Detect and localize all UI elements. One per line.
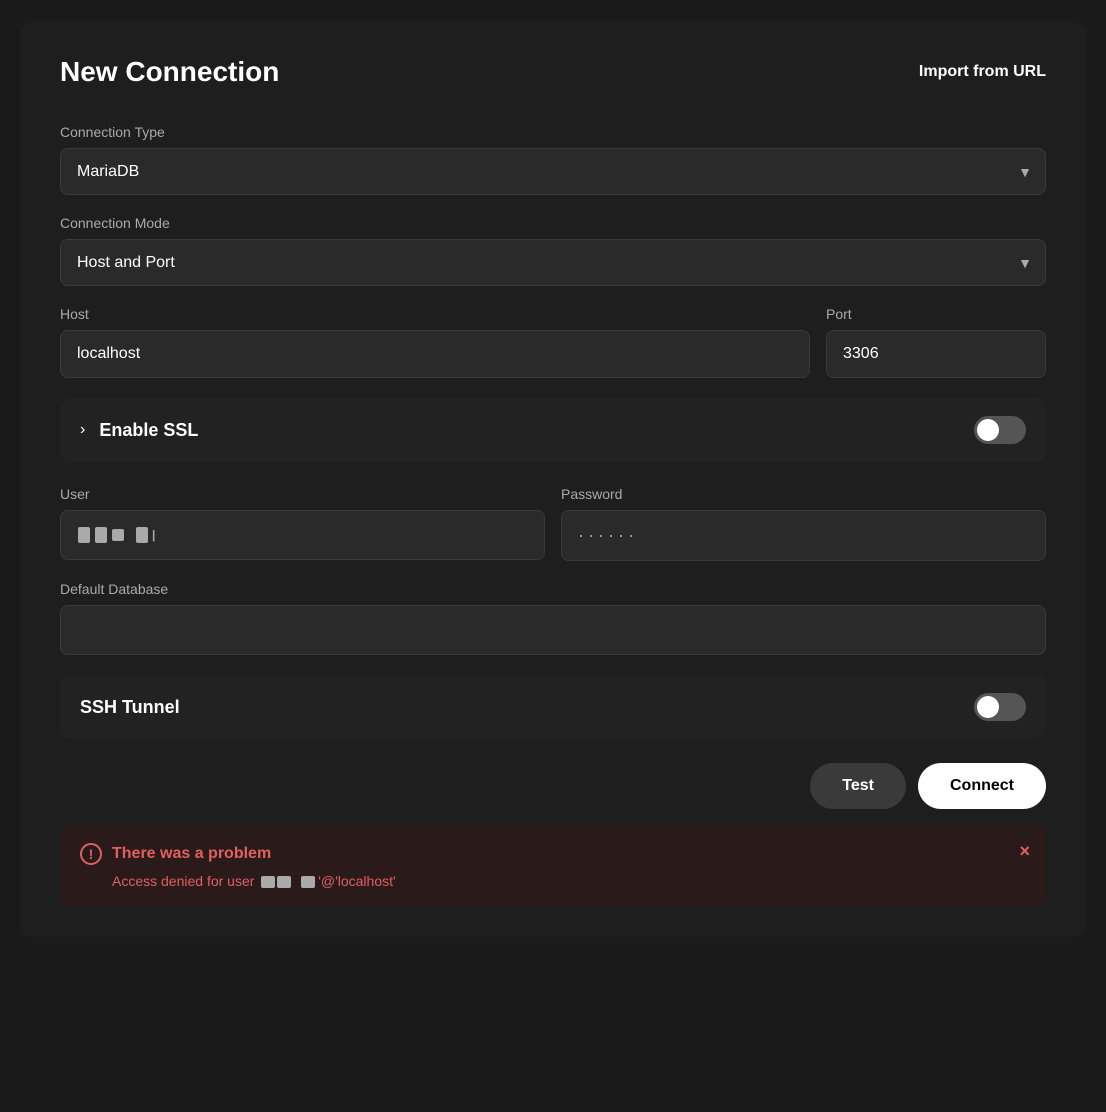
user-mask-block-4 (136, 527, 148, 543)
default-database-label: Default Database (60, 581, 1046, 597)
host-field-group: Host (60, 306, 810, 378)
connection-type-group: Connection Type MariaDB MySQL PostgreSQL… (60, 124, 1046, 195)
port-label: Port (826, 306, 1046, 322)
connect-button[interactable]: Connect (918, 763, 1046, 809)
new-connection-form: New Connection Import from URL Connectio… (20, 20, 1086, 937)
connection-mode-select[interactable]: Host and Port Socket (60, 239, 1046, 286)
user-input-display[interactable]: | (60, 510, 545, 560)
connection-type-select-wrapper: MariaDB MySQL PostgreSQL SQLite MongoDB … (60, 148, 1046, 195)
page-title: New Connection (60, 56, 279, 88)
ssl-chevron-icon: › (80, 421, 85, 439)
user-label: User (60, 486, 545, 502)
ssh-toggle[interactable] (974, 693, 1026, 721)
user-mask-block-1 (78, 527, 90, 543)
user-field-group: User | (60, 486, 545, 561)
connection-mode-group: Connection Mode Host and Port Socket ▼ (60, 215, 1046, 286)
connection-mode-select-wrapper: Host and Port Socket ▼ (60, 239, 1046, 286)
ssl-section: › Enable SSL (60, 398, 1046, 462)
password-field-group: Password ······ (561, 486, 1046, 561)
error-icon: ! (80, 843, 102, 865)
user-mask-block-2 (95, 527, 107, 543)
user-password-group: User | Password ······ (60, 486, 1046, 561)
error-mask-2 (277, 876, 291, 888)
host-input[interactable] (60, 330, 810, 378)
ssh-toggle-knob (977, 696, 999, 718)
ssh-section: SSH Tunnel (60, 675, 1046, 739)
error-mask-3 (301, 876, 315, 888)
test-button[interactable]: Test (810, 763, 906, 809)
port-field-group: Port (826, 306, 1046, 378)
password-dots: ······ (578, 525, 638, 546)
connection-type-label: Connection Type (60, 124, 1046, 140)
ssl-left-group: › Enable SSL (80, 420, 198, 441)
password-input-display[interactable]: ······ (561, 510, 1046, 561)
action-row: Test Connect (60, 763, 1046, 809)
error-box: ! There was a problem Access denied for … (60, 825, 1046, 907)
ssl-toggle[interactable] (974, 416, 1026, 444)
port-input[interactable] (826, 330, 1046, 378)
ssl-label: Enable SSL (99, 420, 198, 441)
host-port-group: Host Port (60, 306, 1046, 378)
error-title: There was a problem (112, 845, 271, 863)
user-mask-suffix: | (152, 528, 155, 542)
ssh-label: SSH Tunnel (80, 697, 180, 718)
default-database-group: Default Database (60, 581, 1046, 655)
error-mask-1 (261, 876, 275, 888)
error-close-button[interactable]: × (1019, 841, 1030, 862)
default-database-input[interactable] (60, 605, 1046, 655)
host-label: Host (60, 306, 810, 322)
form-header: New Connection Import from URL (60, 56, 1046, 88)
connection-mode-label: Connection Mode (60, 215, 1046, 231)
connection-type-select[interactable]: MariaDB MySQL PostgreSQL SQLite MongoDB (60, 148, 1046, 195)
ssl-toggle-knob (977, 419, 999, 441)
password-label: Password (561, 486, 1046, 502)
user-mask-block-3 (112, 529, 124, 541)
import-from-url-button[interactable]: Import from URL (919, 63, 1046, 81)
error-header: ! There was a problem (80, 843, 1026, 865)
error-message: Access denied for user '@'localhost' (80, 873, 1026, 889)
